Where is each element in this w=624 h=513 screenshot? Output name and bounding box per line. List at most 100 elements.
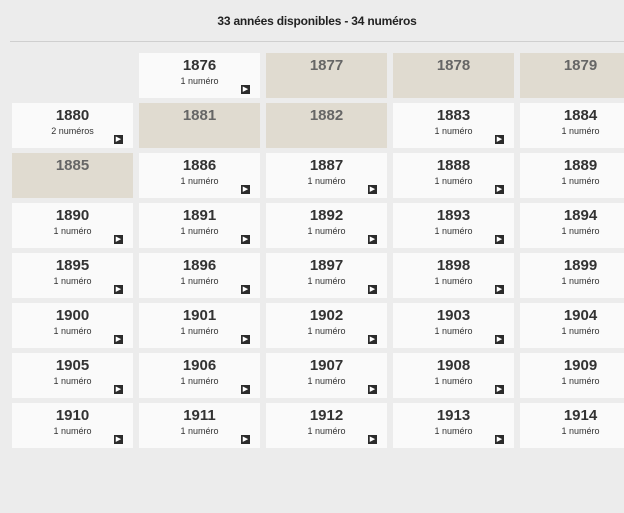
arrow-right-icon[interactable]: ▶ [495, 285, 504, 294]
year-grid: 1876 1 numéro ▶ 1877 1878 1879 1880 2 numéros ▶ 1… [12, 53, 624, 448]
year-label: 1900 [55, 307, 90, 324]
year-cell-1891[interactable]: 1891 1 numéro ▶ [139, 203, 260, 248]
arrow-right-icon[interactable]: ▶ [114, 335, 123, 344]
year-label: 1877 [309, 57, 344, 74]
arrow-right-icon[interactable]: ▶ [495, 185, 504, 194]
year-cell-1880[interactable]: 1880 2 numéros ▶ [12, 103, 133, 148]
year-cell-1876[interactable]: 1876 1 numéro ▶ [139, 53, 260, 98]
year-label: 1896 [182, 257, 217, 274]
year-cell-1911[interactable]: 1911 1 numéro ▶ [139, 403, 260, 448]
year-cell-unavailable-1878: 1878 [393, 53, 514, 98]
year-label: 1906 [182, 357, 217, 374]
year-label: 1892 [309, 207, 344, 224]
year-cell-1904[interactable]: 19041 numéro▶ [520, 303, 624, 348]
year-label: 1889 [563, 157, 598, 174]
years-summary-header: 33 années disponibles - 34 numéros [10, 0, 624, 42]
arrow-right-icon[interactable]: ▶ [495, 235, 504, 244]
year-label: 1887 [309, 157, 344, 174]
year-label: 1895 [55, 257, 90, 274]
year-cell-1901[interactable]: 1901 1 numéro ▶ [139, 303, 260, 348]
arrow-right-icon[interactable]: ▶ [241, 385, 250, 394]
year-label: 1898 [436, 257, 471, 274]
issue-count: 1 numéro [561, 276, 600, 286]
year-label: 1902 [309, 307, 344, 324]
issue-count: 1 numéro [561, 226, 600, 236]
arrow-right-icon[interactable]: ▶ [241, 85, 250, 94]
year-cell-1909[interactable]: 19091 numéro▶ [520, 353, 624, 398]
arrow-right-icon[interactable]: ▶ [368, 235, 377, 244]
arrow-right-icon[interactable]: ▶ [368, 435, 377, 444]
year-cell-1906[interactable]: 1906 1 numéro ▶ [139, 353, 260, 398]
arrow-right-icon[interactable]: ▶ [114, 435, 123, 444]
year-cell-1914[interactable]: 19141 numéro▶ [520, 403, 624, 448]
year-label: 1881 [182, 107, 217, 124]
year-cell-unavailable-1879: 1879 [520, 53, 624, 98]
year-cell-1910[interactable]: 1910 1 numéro ▶ [12, 403, 133, 448]
arrow-right-icon[interactable]: ▶ [114, 235, 123, 244]
issue-count: 1 numéro [561, 376, 600, 386]
year-cell-1905[interactable]: 1905 1 numéro ▶ [12, 353, 133, 398]
issue-count: 1 numéro [561, 326, 600, 336]
year-label: 1883 [436, 107, 471, 124]
arrow-right-icon[interactable]: ▶ [368, 335, 377, 344]
year-label: 1907 [309, 357, 344, 374]
year-cell-1895[interactable]: 1895 1 numéro ▶ [12, 253, 133, 298]
issue-count: 1 numéro [561, 126, 600, 136]
year-cell-1900[interactable]: 1900 1 numéro ▶ [12, 303, 133, 348]
year-label: 1897 [309, 257, 344, 274]
year-label: 1913 [436, 407, 471, 424]
year-cell-unavailable-1881: 1881 [139, 103, 260, 148]
year-cell-1886[interactable]: 1886 1 numéro ▶ [139, 153, 260, 198]
year-label: 1911 [183, 407, 216, 424]
arrow-right-icon[interactable]: ▶ [241, 335, 250, 344]
year-label: 1899 [563, 257, 598, 274]
year-label: 1891 [182, 207, 217, 224]
arrow-right-icon[interactable]: ▶ [114, 135, 123, 144]
year-label: 1909 [563, 357, 598, 374]
year-cell-1899[interactable]: 18991 numéro▶ [520, 253, 624, 298]
arrow-right-icon[interactable]: ▶ [241, 285, 250, 294]
year-cell-1912[interactable]: 1912 1 numéro ▶ [266, 403, 387, 448]
year-cell-1887[interactable]: 1887 1 numéro ▶ [266, 153, 387, 198]
year-cell-1893[interactable]: 1893 1 numéro ▶ [393, 203, 514, 248]
year-cell-1889[interactable]: 18891 numéro▶ [520, 153, 624, 198]
year-label: 1912 [309, 407, 344, 424]
arrow-right-icon[interactable]: ▶ [368, 385, 377, 394]
arrow-right-icon[interactable]: ▶ [114, 285, 123, 294]
year-cell-1890[interactable]: 1890 1 numéro ▶ [12, 203, 133, 248]
year-cell-unavailable-1882: 1882 [266, 103, 387, 148]
arrow-right-icon[interactable]: ▶ [495, 435, 504, 444]
year-cell-1913[interactable]: 1913 1 numéro ▶ [393, 403, 514, 448]
year-label: 1890 [55, 207, 90, 224]
year-cell-unavailable-1877: 1877 [266, 53, 387, 98]
arrow-right-icon[interactable]: ▶ [241, 435, 250, 444]
year-cell-1883[interactable]: 1883 1 numéro ▶ [393, 103, 514, 148]
year-cell-1898[interactable]: 1898 1 numéro ▶ [393, 253, 514, 298]
year-cell-1896[interactable]: 1896 1 numéro ▶ [139, 253, 260, 298]
arrow-right-icon[interactable]: ▶ [495, 335, 504, 344]
year-cell-1894[interactable]: 18941 numéro▶ [520, 203, 624, 248]
year-cell-1902[interactable]: 1902 1 numéro ▶ [266, 303, 387, 348]
arrow-right-icon[interactable]: ▶ [241, 185, 250, 194]
year-cell-unavailable-1885: 1885 [12, 153, 133, 198]
arrow-right-icon[interactable]: ▶ [495, 135, 504, 144]
year-label: 1886 [182, 157, 217, 174]
year-cell-1888[interactable]: 1888 1 numéro ▶ [393, 153, 514, 198]
year-label: 1894 [563, 207, 598, 224]
year-label: 1880 [55, 107, 90, 124]
year-cell-1907[interactable]: 1907 1 numéro ▶ [266, 353, 387, 398]
year-label: 1876 [182, 57, 217, 74]
year-cell-1903[interactable]: 1903 1 numéro ▶ [393, 303, 514, 348]
issue-count: 1 numéro [561, 176, 600, 186]
arrow-right-icon[interactable]: ▶ [114, 385, 123, 394]
arrow-right-icon[interactable]: ▶ [241, 235, 250, 244]
year-cell-1897[interactable]: 1897 1 numéro ▶ [266, 253, 387, 298]
year-label: 1910 [55, 407, 90, 424]
year-cell-1892[interactable]: 1892 1 numéro ▶ [266, 203, 387, 248]
year-cell-1884[interactable]: 18841 numéro▶ [520, 103, 624, 148]
year-cell-1908[interactable]: 1908 1 numéro ▶ [393, 353, 514, 398]
year-label: 1878 [436, 57, 471, 74]
arrow-right-icon[interactable]: ▶ [495, 385, 504, 394]
arrow-right-icon[interactable]: ▶ [368, 285, 377, 294]
arrow-right-icon[interactable]: ▶ [368, 185, 377, 194]
